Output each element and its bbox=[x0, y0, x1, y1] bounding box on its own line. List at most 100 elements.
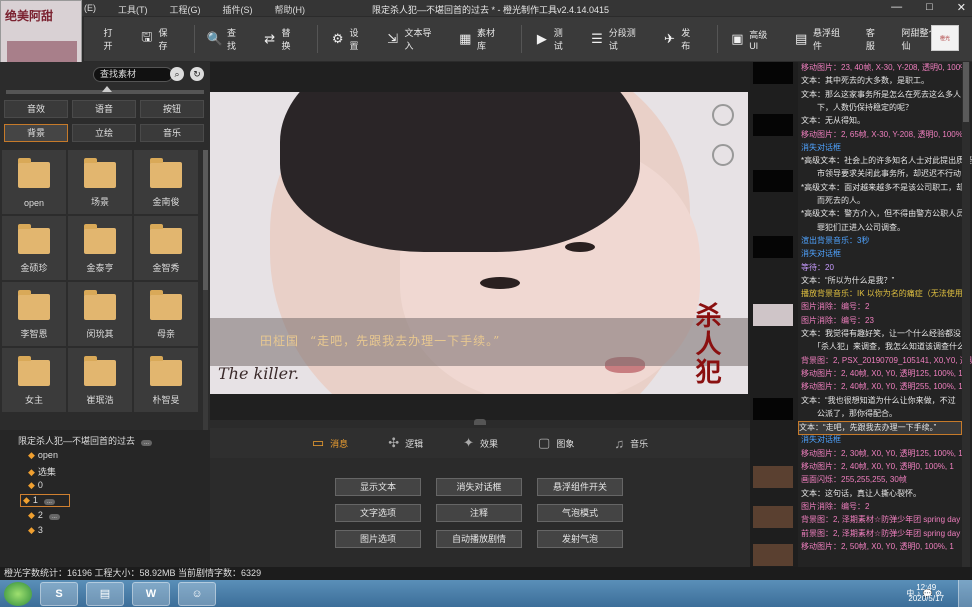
event-row[interactable]: 移动图片：2, 30帧, X0, Y0, 透明125, 100%, 1 bbox=[801, 448, 963, 460]
event-row[interactable]: 图片消除：编号：2 bbox=[801, 301, 869, 313]
replace-button[interactable]: ⇄ 替换 bbox=[262, 19, 299, 59]
save-button[interactable]: 🖫 保存 bbox=[139, 19, 176, 59]
event-row[interactable]: 消失对话框 bbox=[801, 142, 841, 154]
event-row[interactable]: 消失对话框 bbox=[801, 434, 841, 446]
show-text-button[interactable]: 显示文本 bbox=[335, 478, 421, 496]
category-voice[interactable]: 语音 bbox=[72, 100, 136, 118]
tab-image[interactable]: ▢ 图象 bbox=[538, 435, 574, 451]
event-row[interactable]: 背景图：2, 泽期素材☆防弹少年团 spring day bbox=[801, 514, 960, 526]
folder-item[interactable]: 朴智旻 bbox=[134, 348, 198, 412]
find-button[interactable]: 🔍 查找 bbox=[207, 19, 244, 59]
thumbnail[interactable] bbox=[753, 304, 793, 326]
event-row[interactable]: 文本：无从得知。 bbox=[801, 115, 865, 127]
event-row[interactable]: 移动图片：2, 50帧, X0, Y0, 透明0, 100%, 1 bbox=[801, 541, 954, 553]
text-import-button[interactable]: ⇲ 文本导入 bbox=[385, 19, 440, 59]
search-input[interactable]: 查找素材 bbox=[93, 67, 173, 82]
tab-message[interactable]: ▭ 消息 bbox=[312, 435, 348, 451]
advanced-ui-button[interactable]: ▣ 高级UI bbox=[730, 19, 776, 59]
tree-item[interactable]: ◆ 0 bbox=[28, 480, 43, 491]
library-button[interactable]: ▦ 素材库 bbox=[457, 19, 503, 59]
slider-thumb[interactable] bbox=[102, 86, 112, 92]
event-row[interactable]: 罪犯们正进入公司调查。 bbox=[801, 222, 905, 234]
event-row[interactable]: *高级文本：警方介入，但不得由警方公职人员 bbox=[801, 208, 964, 220]
event-row[interactable]: 文本：“所以为什么是我？” bbox=[801, 275, 894, 287]
folder-item[interactable]: 金泰亨 bbox=[68, 216, 132, 280]
folder-item[interactable]: 场景 bbox=[68, 150, 132, 214]
folder-item[interactable]: 李智恩 bbox=[2, 282, 66, 346]
event-row[interactable]: 背景图：2, PSX_20190709_105141, X0,Y0, 透明 bbox=[801, 355, 972, 367]
event-row[interactable]: 市领导要求关闭此事务所，却迟迟不行动 bbox=[801, 168, 961, 180]
thumbnail[interactable] bbox=[753, 544, 793, 566]
folder-item[interactable]: open bbox=[2, 150, 66, 214]
taskbar-app[interactable]: ▤ bbox=[86, 581, 124, 606]
tree-root[interactable]: 限定杀人犯—不堪回首的过去... bbox=[18, 434, 153, 447]
menu-plugins[interactable]: 插件(S) bbox=[223, 3, 253, 16]
folder-scrollbar[interactable] bbox=[203, 150, 208, 434]
folder-item[interactable]: 闵玧其 bbox=[68, 282, 132, 346]
image-options-button[interactable]: 图片选项 bbox=[335, 530, 421, 548]
scrollbar-thumb[interactable] bbox=[203, 150, 208, 290]
category-background[interactable]: 背景 bbox=[4, 124, 68, 142]
settings-button[interactable]: ⚙ 设置 bbox=[330, 19, 367, 59]
folder-item[interactable]: 金智秀 bbox=[134, 216, 198, 280]
tab-music[interactable]: ♫ 音乐 bbox=[614, 436, 648, 451]
thumbnail[interactable] bbox=[753, 62, 793, 84]
menu-tools[interactable]: 工具(T) bbox=[118, 3, 148, 16]
tree-item[interactable]: ◆ 选集 bbox=[28, 465, 56, 478]
event-row[interactable]: 播放背景音乐：IK 以你为名的痛症（无法使用） bbox=[801, 288, 971, 300]
event-row[interactable]: 下，人数仍保持稳定的呢？ bbox=[801, 102, 913, 114]
tree-item-selected[interactable]: ◆ 1... bbox=[20, 494, 70, 507]
event-row[interactable]: 移动图片：2, 65帧, X-30, Y-208, 透明0, 100% bbox=[801, 129, 963, 141]
event-row[interactable]: 画面闪烁：255,255,255, 30帧 bbox=[801, 474, 907, 486]
event-row[interactable]: *高级文本：社会上的许多知名人士对此提出质疑 bbox=[801, 155, 972, 167]
minimize-button[interactable]: — bbox=[891, 1, 902, 14]
menu-help[interactable]: 帮助(H) bbox=[275, 3, 306, 16]
comment-button[interactable]: 注释 bbox=[436, 504, 522, 522]
event-row[interactable]: 「杀人犯」来调查，我怎么知道该调查什么 bbox=[801, 341, 965, 353]
category-music[interactable]: 音乐 bbox=[140, 124, 204, 142]
event-row[interactable]: *高级文本：面对越来越多不是该公司职工，却 bbox=[801, 182, 964, 194]
event-row[interactable]: 消失对话框 bbox=[801, 248, 841, 260]
float-widget-toggle-button[interactable]: 悬浮组件开关 bbox=[537, 478, 623, 496]
refresh-icon[interactable]: ↻ bbox=[190, 67, 204, 81]
hide-dialog-button[interactable]: 消失对话框 bbox=[436, 478, 522, 496]
category-portraits[interactable]: 立绘 bbox=[72, 124, 136, 142]
text-options-button[interactable]: 文字选项 bbox=[335, 504, 421, 522]
event-row[interactable]: 公派了，那你得配合。 bbox=[801, 408, 897, 420]
tree-item[interactable]: ◆ open bbox=[28, 450, 58, 461]
event-row[interactable]: 图片消除：编号：2 bbox=[801, 501, 869, 513]
show-desktop-button[interactable] bbox=[958, 580, 972, 607]
event-row[interactable]: 文本：“走吧，先跟我去办理一下手续。” bbox=[798, 421, 962, 436]
folder-item[interactable]: 崔珉浩 bbox=[68, 348, 132, 412]
taskbar-app[interactable]: S bbox=[40, 581, 78, 606]
collapse-handle[interactable] bbox=[474, 419, 486, 425]
size-slider[interactable] bbox=[6, 86, 204, 94]
segment-test-button[interactable]: ☰ 分段测试 bbox=[589, 19, 644, 59]
folder-item[interactable]: 金硕珍 bbox=[2, 216, 66, 280]
event-row[interactable]: 移动图片：2, 40帧, X0, Y0, 透明255, 100%, 1 bbox=[801, 381, 963, 393]
thumbnail[interactable] bbox=[753, 466, 793, 488]
scene-preview[interactable]: 田柾国 “走吧，先跟我去办理一下手续。” The killer. 杀人犯 bbox=[210, 92, 748, 394]
event-row[interactable]: 文本：“我也很想知道为什么让你来做，不过 bbox=[801, 395, 956, 407]
publish-button[interactable]: ✈ 发布 bbox=[662, 19, 699, 59]
taskbar-app[interactable]: W bbox=[132, 581, 170, 606]
customer-service-button[interactable]: 客服 bbox=[866, 19, 884, 59]
close-button[interactable]: ✕ bbox=[957, 1, 966, 14]
thumbnail[interactable] bbox=[753, 236, 793, 258]
scrollbar-thumb[interactable] bbox=[963, 62, 969, 122]
event-row[interactable]: 文本：这句话，真让人撕心裂怀。 bbox=[801, 488, 921, 500]
start-button[interactable] bbox=[4, 581, 32, 606]
event-row[interactable]: 移动图片：2, 40帧, X0, Y0, 透明0, 100%, 1 bbox=[801, 461, 954, 473]
event-row[interactable]: 文本：其中死去的大多数，是职工。 bbox=[801, 75, 929, 87]
category-buttons[interactable]: 按钮 bbox=[140, 100, 204, 118]
category-sound-effects[interactable]: 音效 bbox=[4, 100, 68, 118]
search-icon[interactable]: ⌕ bbox=[170, 67, 184, 81]
thumbnail[interactable] bbox=[753, 170, 793, 192]
folder-item[interactable]: 女主 bbox=[2, 348, 66, 412]
tree-item[interactable]: ◆ 2... bbox=[28, 510, 60, 521]
bubble-mode-button[interactable]: 气泡模式 bbox=[537, 504, 623, 522]
emit-bubble-button[interactable]: 发射气泡 bbox=[537, 530, 623, 548]
test-button[interactable]: ▶ 测试 bbox=[534, 19, 571, 59]
event-row[interactable]: 移动图片：2, 40帧, X0, Y0, 透明125, 100%, 1 bbox=[801, 368, 963, 380]
event-row[interactable]: 文本：那么这家事务所是怎么在死去这么多人 bbox=[801, 89, 961, 101]
